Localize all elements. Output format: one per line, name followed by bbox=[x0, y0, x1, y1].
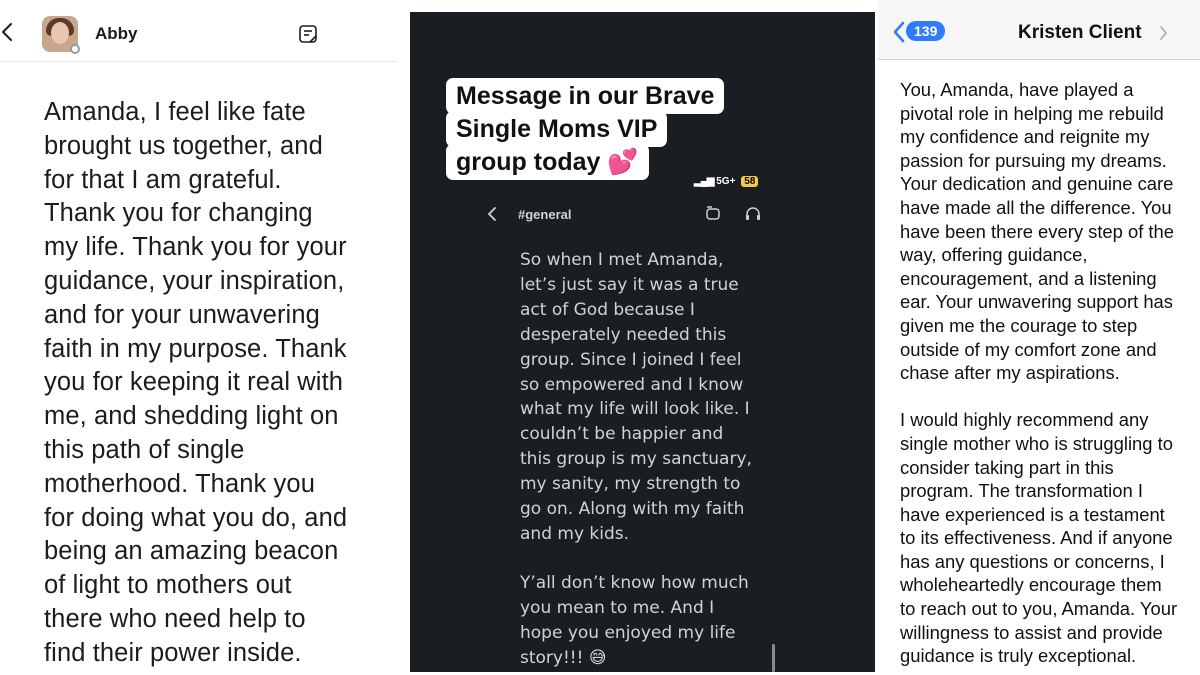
headphones-icon[interactable] bbox=[744, 206, 762, 222]
message-line: go on. Along with my faith bbox=[520, 499, 745, 520]
thread-icon[interactable] bbox=[704, 206, 722, 222]
chevron-right-icon[interactable] bbox=[1158, 25, 1168, 41]
message-paragraph: So when I met Amanda, let’s just say it … bbox=[520, 248, 782, 547]
presence-indicator bbox=[70, 44, 80, 54]
abby-chat-panel: Abby Amanda, I feel like fate brought us… bbox=[0, 0, 398, 675]
message-line: for that I am grateful. bbox=[44, 165, 282, 194]
message-line: Thank you for changing bbox=[44, 199, 313, 228]
message-line: encouragement, and a listening bbox=[900, 267, 1157, 289]
message-line: given me the courage to step bbox=[900, 314, 1138, 336]
contact-name[interactable]: Kristen Client bbox=[1018, 22, 1142, 44]
caption-line: Single Moms VIP bbox=[446, 111, 668, 147]
message-line: way, offering guidance, bbox=[900, 244, 1088, 266]
message-line: you for keeping it real with bbox=[44, 368, 344, 397]
unread-count-badge[interactable]: 139 bbox=[906, 21, 946, 41]
chevron-left-icon[interactable] bbox=[486, 206, 498, 222]
message-line: has any questions or concerns, I bbox=[900, 550, 1165, 572]
message-line: guidance is truly exceptional. bbox=[900, 645, 1137, 667]
message-line: hope you enjoyed my life bbox=[520, 622, 736, 643]
message-line: single mother who is struggling to bbox=[900, 432, 1173, 454]
message-text: So when I met Amanda, let’s just say it … bbox=[520, 248, 782, 672]
message-line: what my life will look like. I bbox=[520, 399, 750, 420]
imessage-panel: 139 Kristen Client You, Amanda, have pla… bbox=[878, 0, 1200, 675]
chevron-left-icon[interactable] bbox=[0, 22, 14, 42]
message-line: act of God because I bbox=[520, 299, 695, 320]
caption-line: Message in our Brave bbox=[446, 78, 725, 114]
message-line: have made all the difference. You bbox=[900, 196, 1172, 218]
message-line: willingness to assist and provide bbox=[900, 621, 1163, 643]
message-line: Amanda, I feel like fate bbox=[44, 98, 306, 126]
message-line: Y’all don’t know how much bbox=[520, 572, 749, 593]
message-line: Your dedication and genuine care bbox=[900, 173, 1174, 195]
chat-header: Abby bbox=[0, 0, 398, 62]
message-line: pivotal role in helping me rebuild bbox=[900, 102, 1164, 124]
message-line: this path of single bbox=[44, 435, 245, 464]
message-line: faith in my purpose. Thank bbox=[44, 334, 347, 363]
message-line: group. Since I joined I feel bbox=[520, 349, 742, 370]
caption-line: group today 💕 bbox=[446, 144, 649, 180]
message-line: my confidence and reignite my bbox=[900, 126, 1150, 148]
message-line: for doing what you do, and bbox=[44, 503, 348, 532]
message-line: wholeheartedly encourage them bbox=[900, 574, 1162, 596]
message-line: and for your unwavering bbox=[44, 300, 320, 329]
message-line: story!!! 😅 bbox=[520, 647, 607, 668]
message-line: my sanity, my strength to bbox=[520, 474, 741, 495]
message-line: to its effectiveness. And if anyone bbox=[900, 527, 1173, 549]
message-line: couldn’t be happier and bbox=[520, 424, 724, 445]
message-line: and my kids. bbox=[520, 523, 630, 544]
message-line: find their power inside. bbox=[44, 638, 302, 667]
battery-badge: 58 bbox=[741, 176, 759, 187]
message-line: there who need help to bbox=[44, 604, 306, 633]
scrollbar[interactable] bbox=[772, 644, 775, 672]
note-icon[interactable] bbox=[298, 24, 318, 44]
message-line: me, and shedding light on bbox=[44, 402, 339, 431]
message-line: being an amazing beacon bbox=[44, 537, 339, 566]
message-line: let’s just say it was a true bbox=[520, 274, 739, 295]
message-line: guidance, your inspiration, bbox=[44, 266, 345, 295]
message-text: Amanda, I feel like fate brought us toge… bbox=[44, 96, 389, 671]
channel-name[interactable]: #general bbox=[518, 207, 571, 222]
message-line: I would highly recommend any bbox=[900, 409, 1149, 431]
contact-name[interactable]: Abby bbox=[95, 24, 138, 44]
message-line: So when I met Amanda, bbox=[520, 250, 724, 270]
message-line: of light to mothers out bbox=[44, 571, 292, 600]
message-line: brought us together, and bbox=[44, 131, 323, 160]
message-line: my life. Thank you for your bbox=[44, 233, 347, 262]
panel-divider bbox=[398, 0, 410, 675]
message-text: You, Amanda, have played a pivotal role … bbox=[900, 78, 1200, 668]
message-line: outside of my comfort zone and bbox=[900, 338, 1157, 360]
message-line: program. The transformation I bbox=[900, 480, 1143, 502]
message-line: You, Amanda, have played a bbox=[900, 79, 1134, 100]
message-line: have been there every step of the bbox=[900, 220, 1175, 242]
chat-header: 139 Kristen Client bbox=[878, 0, 1200, 60]
message-line: so empowered and I know bbox=[520, 374, 744, 395]
network-label: 5G+ bbox=[716, 176, 736, 187]
signal-icon: ▂▄▆ bbox=[694, 176, 714, 187]
message-line: have experienced is a testament bbox=[900, 503, 1165, 525]
message-line: this group is my sanctuary, bbox=[520, 449, 752, 470]
message-paragraph: Y’all don’t know how much you mean to me… bbox=[520, 571, 782, 671]
message-line: ear. Your unwavering support has bbox=[900, 291, 1173, 313]
status-bar: ▂▄▆ 5G+ 58 bbox=[694, 176, 759, 187]
chevron-left-icon[interactable] bbox=[892, 20, 906, 44]
group-chat-panel: Message in our Brave Single Moms VIP gro… bbox=[410, 12, 875, 672]
message-line: chase after my aspirations. bbox=[900, 362, 1120, 384]
message-line: consider taking part in this bbox=[900, 456, 1114, 478]
message-line: passion for pursuing my dreams. bbox=[900, 149, 1167, 171]
story-caption: Message in our Brave Single Moms VIP gro… bbox=[446, 78, 746, 180]
message-line: motherhood. Thank you bbox=[44, 469, 315, 498]
message-line: desperately needed this bbox=[520, 324, 727, 345]
message-line: you mean to me. And I bbox=[520, 597, 715, 618]
message-line: to reach out to you, Amanda. Your bbox=[900, 598, 1178, 620]
